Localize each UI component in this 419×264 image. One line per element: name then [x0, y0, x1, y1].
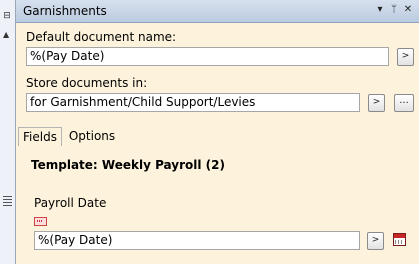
tab-fields[interactable]: Fields [18, 127, 62, 147]
store-documents-browse-button[interactable]: ... [394, 94, 414, 112]
panel-titlebar: Garnishments ▾ ᛘ ✕ [16, 0, 419, 23]
panel-dropdown-icon[interactable]: ▾ [374, 3, 386, 17]
panel-close-icon[interactable]: ✕ [402, 3, 414, 17]
store-documents-label: Store documents in: [26, 76, 148, 90]
store-documents-input[interactable]: for Garnishment/Child Support/Levies [26, 93, 360, 112]
pin-icon[interactable]: ⊟ [2, 11, 12, 21]
scroll-up-arrow-icon[interactable]: ▲ [3, 30, 9, 39]
default-document-name-label: Default document name: [26, 30, 177, 44]
calendar-icon[interactable] [393, 233, 406, 246]
default-document-name-insert-button[interactable]: > [397, 48, 414, 66]
required-field-icon [34, 217, 47, 226]
tab-strip: Fields Options [16, 124, 419, 147]
payroll-date-input[interactable]: %(Pay Date) [34, 231, 360, 250]
payroll-date-insert-button[interactable]: > [367, 232, 384, 250]
default-document-name-input[interactable]: %(Pay Date) [26, 47, 389, 66]
template-title: Template: Weekly Payroll (2) [31, 158, 225, 172]
panel-pin-icon[interactable]: ᛘ [388, 3, 400, 17]
tab-options[interactable]: Options [64, 127, 120, 146]
store-documents-insert-button[interactable]: > [368, 94, 385, 112]
garnishments-panel: Garnishments ▾ ᛘ ✕ Default document name… [16, 0, 419, 264]
panel-title: Garnishments [23, 4, 107, 18]
payroll-date-label: Payroll Date [34, 196, 107, 210]
splitter-grip[interactable] [3, 196, 12, 206]
left-dock-strip: ⊟ ▲ [0, 0, 16, 264]
